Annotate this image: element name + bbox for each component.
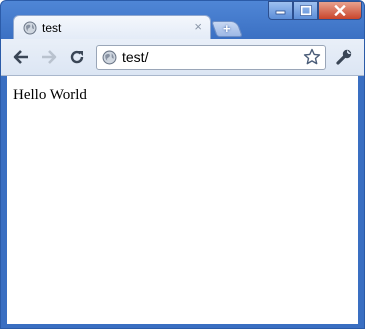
new-tab-button[interactable]: + <box>211 21 243 37</box>
close-window-button[interactable] <box>318 1 362 20</box>
tab-title: test <box>42 21 62 35</box>
browser-window: test × + test/ Hello World <box>0 0 365 329</box>
address-bar[interactable]: test/ <box>96 45 326 70</box>
forward-arrow-icon <box>42 50 57 64</box>
maximize-icon <box>299 5 312 16</box>
wrench-icon <box>336 49 352 65</box>
page-body-text: Hello World <box>13 87 87 103</box>
menu-button[interactable] <box>335 48 353 66</box>
tab-strip: test × + <box>1 1 364 40</box>
globe-icon <box>23 21 37 35</box>
address-text[interactable]: test/ <box>122 49 148 65</box>
maximize-button[interactable] <box>293 1 318 20</box>
back-arrow-icon <box>13 50 28 64</box>
plus-icon: + <box>223 21 231 36</box>
tab-close-icon[interactable]: × <box>194 19 202 34</box>
tab-test[interactable]: test × <box>13 15 211 40</box>
close-icon <box>334 5 346 16</box>
back-button[interactable] <box>12 48 30 66</box>
navigation-toolbar: test/ <box>1 39 364 76</box>
star-icon[interactable] <box>303 48 321 66</box>
minimize-icon <box>275 10 286 15</box>
forward-button[interactable] <box>40 48 58 66</box>
globe-icon <box>102 50 117 65</box>
minimize-button[interactable] <box>268 1 293 20</box>
reload-icon <box>70 50 84 64</box>
reload-button[interactable] <box>68 48 86 66</box>
page-content: Hello World <box>7 76 358 324</box>
